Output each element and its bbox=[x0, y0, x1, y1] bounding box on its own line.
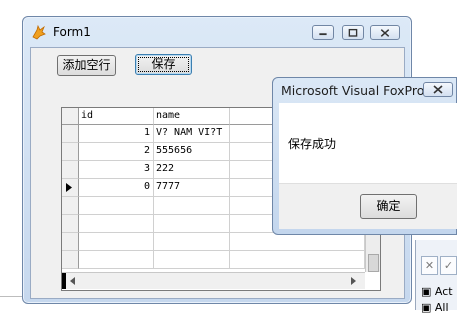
check-icon[interactable]: ✓ bbox=[440, 256, 457, 275]
dialog-message: 保存成功 bbox=[288, 137, 337, 151]
minimize-icon bbox=[319, 33, 327, 36]
cell-name[interactable]: V? NAM VI?T bbox=[154, 125, 230, 143]
column-header-id[interactable]: id bbox=[79, 108, 154, 125]
minimize-button[interactable] bbox=[312, 25, 334, 40]
cell-id[interactable]: 2 bbox=[79, 143, 154, 161]
add-row-button[interactable]: 添加空行 bbox=[57, 55, 116, 76]
scroll-left-icon[interactable] bbox=[70, 277, 76, 285]
grid-blank bbox=[230, 251, 365, 269]
close-icon[interactable]: ✕ bbox=[421, 256, 438, 275]
cell-id[interactable]: 0 bbox=[79, 179, 154, 197]
foxpro-icon bbox=[32, 24, 46, 40]
close-icon bbox=[433, 85, 443, 94]
close-button[interactable] bbox=[370, 25, 400, 40]
cell-name[interactable]: 7777 bbox=[154, 179, 230, 197]
row-selector[interactable] bbox=[62, 251, 79, 269]
close-icon bbox=[380, 29, 390, 37]
row-selector[interactable] bbox=[62, 233, 79, 251]
row-selector[interactable] bbox=[62, 197, 79, 215]
grid-blank bbox=[154, 233, 230, 251]
property-icon: ▣ bbox=[421, 285, 432, 298]
dialog-close-button[interactable] bbox=[423, 82, 453, 97]
grid-blank bbox=[79, 215, 154, 233]
grid-corner bbox=[62, 108, 79, 125]
list-item[interactable]: ▣ Act bbox=[421, 285, 453, 298]
horizontal-scrollbar[interactable] bbox=[62, 272, 365, 289]
dialog-title: Microsoft Visual FoxPro bbox=[281, 83, 425, 98]
grid-blank bbox=[154, 197, 230, 215]
cell-id[interactable]: 3 bbox=[79, 161, 154, 179]
property-icon: ▣ bbox=[421, 301, 432, 314]
ok-button[interactable]: 确定 bbox=[360, 194, 417, 219]
save-button[interactable]: 保存 bbox=[135, 54, 192, 75]
column-header-name[interactable]: name bbox=[154, 108, 230, 125]
grid-blank bbox=[154, 215, 230, 233]
grid-blank bbox=[154, 251, 230, 269]
row-selector[interactable] bbox=[62, 125, 79, 143]
list-item[interactable]: ▣ All bbox=[421, 301, 449, 314]
cell-id[interactable]: 1 bbox=[79, 125, 154, 143]
grid-blank bbox=[230, 233, 365, 251]
scroll-thumb[interactable] bbox=[368, 254, 379, 272]
grid-blank bbox=[79, 197, 154, 215]
maximize-icon bbox=[348, 28, 358, 37]
cell-name[interactable]: 555656 bbox=[154, 143, 230, 161]
focus-rect bbox=[138, 57, 189, 72]
grid-blank bbox=[79, 251, 154, 269]
split-bar[interactable] bbox=[62, 273, 66, 289]
maximize-button[interactable] bbox=[342, 25, 364, 40]
message-box-dialog: Microsoft Visual FoxPro 保存成功 确定 bbox=[272, 77, 457, 235]
background-panel: ✕ ✓ ▣ Act ▣ All bbox=[415, 240, 457, 314]
window-title: Form1 bbox=[53, 25, 91, 39]
grid-blank bbox=[79, 233, 154, 251]
row-selector[interactable] bbox=[62, 143, 79, 161]
current-row-arrow-icon bbox=[66, 183, 72, 192]
row-selector[interactable] bbox=[62, 215, 79, 233]
row-selector[interactable] bbox=[62, 161, 79, 179]
scroll-right-icon[interactable] bbox=[351, 277, 357, 285]
cell-name[interactable]: 222 bbox=[154, 161, 230, 179]
background-divider bbox=[0, 296, 22, 297]
row-selector-current[interactable] bbox=[62, 179, 79, 197]
